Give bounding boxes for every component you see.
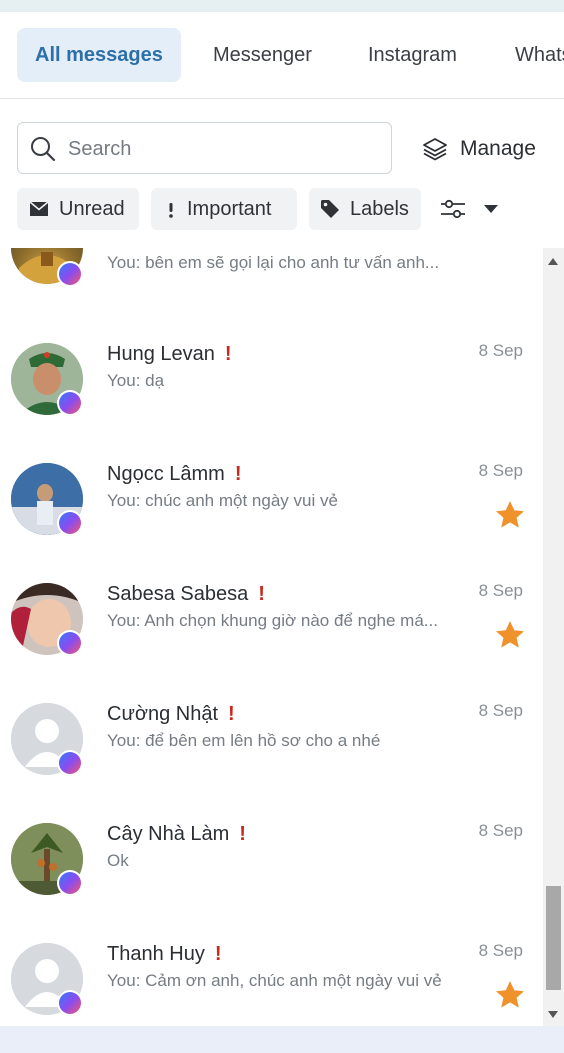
conversation-date: 8 Sep xyxy=(478,941,523,960)
messenger-icon xyxy=(57,510,83,536)
conversation-name: Sabesa Sabesa! xyxy=(107,583,265,606)
messenger-icon xyxy=(57,390,83,416)
bottom-strip xyxy=(0,1026,564,1053)
conversation-preview: You: chúc anh một ngày vui vẻ xyxy=(107,491,338,510)
channel-tabs: All messages Messenger Instagram WhatsAp… xyxy=(0,12,564,99)
top-strip xyxy=(0,0,564,12)
conversation-date: 8 Sep xyxy=(478,701,523,720)
conversation-date: 8 Sep xyxy=(478,461,523,480)
conversation-row[interactable]: Thanh Huy! You: Cảm ơn anh, chúc anh một… xyxy=(0,933,543,1026)
contact-name: Hung Levan xyxy=(107,343,215,365)
messenger-icon xyxy=(57,990,83,1016)
unread-label: Unread xyxy=(59,197,125,220)
conversation-name: Cường Nhật! xyxy=(107,703,235,726)
advanced-filter-button[interactable] xyxy=(440,192,504,226)
conversation-row[interactable]: Cây Nhà Làm! Ok 8 Sep xyxy=(0,813,543,933)
important-icon: ! xyxy=(224,343,232,365)
conversation-date: 8 Sep xyxy=(478,581,523,600)
tag-icon xyxy=(321,200,339,218)
messenger-icon xyxy=(57,261,83,287)
tab-all-messages[interactable]: All messages xyxy=(17,28,181,82)
caret-down-icon xyxy=(484,205,498,213)
important-icon: ! xyxy=(258,583,265,605)
important-icon: ! xyxy=(214,943,222,965)
contact-name: Thanh Huy xyxy=(107,943,205,965)
conversation-name: Thanh Huy! xyxy=(107,943,222,966)
contact-name: Cây Nhà Làm xyxy=(107,823,230,845)
layers-icon xyxy=(423,138,447,161)
important-icon: ! xyxy=(228,703,235,725)
conversation-preview: You: bên em sẽ gọi lại cho anh tư vấn an… xyxy=(107,253,440,272)
messenger-icon xyxy=(57,630,83,656)
conversation-preview: You: dạ xyxy=(107,371,165,390)
conversation-row[interactable]: Sabesa Sabesa! You: Anh chọn khung giờ n… xyxy=(0,573,543,693)
exclamation-icon xyxy=(169,203,173,218)
manage-label: Manage xyxy=(460,137,536,160)
conversation-list: You: bên em sẽ gọi lại cho anh tư vấn an… xyxy=(0,248,543,1026)
important-icon: ! xyxy=(239,823,246,845)
tab-instagram[interactable]: Instagram xyxy=(368,28,457,82)
list-scrollbar[interactable] xyxy=(543,248,564,1026)
conversation-row[interactable]: Hung Levan! You: dạ 8 Sep xyxy=(0,333,543,453)
conversation-preview: Ok xyxy=(107,851,129,870)
scroll-down-arrow-icon[interactable] xyxy=(548,1011,558,1018)
contact-name: Ngọcc Lâmm xyxy=(107,463,225,485)
search-box[interactable] xyxy=(17,122,392,174)
scrollbar-thumb[interactable] xyxy=(546,886,561,990)
filter-unread-chip[interactable]: Unread xyxy=(17,188,139,230)
messenger-icon xyxy=(57,870,83,896)
search-icon xyxy=(31,137,56,162)
scroll-up-arrow-icon[interactable] xyxy=(548,258,558,265)
conversation-row[interactable]: Ngọcc Lâmm! You: chúc anh một ngày vui v… xyxy=(0,453,543,573)
manage-button[interactable]: Manage xyxy=(422,130,536,168)
contact-name: Cường Nhật xyxy=(107,703,218,725)
messenger-icon xyxy=(57,750,83,776)
labels-label: Labels xyxy=(350,197,409,220)
conversation-name: Cây Nhà Làm! xyxy=(107,823,246,846)
conversation-date: 8 Sep xyxy=(478,341,523,360)
important-icon: ! xyxy=(234,463,242,485)
conversation-preview: You: để bên em lên hồ sơ cho a nhé xyxy=(107,731,381,750)
inbox-panel: All messages Messenger Instagram WhatsAp… xyxy=(0,12,564,1026)
conversation-preview: You: Anh chọn khung giờ nào để nghe má..… xyxy=(107,611,438,630)
sliders-icon xyxy=(441,199,465,219)
conversation-row[interactable]: Cường Nhật! You: để bên em lên hồ sơ cho… xyxy=(0,693,543,813)
conversation-name: Hung Levan! xyxy=(107,343,232,366)
star-icon[interactable] xyxy=(494,499,526,531)
tab-whatsapp[interactable]: WhatsApp xyxy=(515,28,564,82)
important-label: Important xyxy=(187,197,272,220)
conversation-name: Ngọcc Lâmm! xyxy=(107,463,241,486)
tab-messenger[interactable]: Messenger xyxy=(213,28,312,82)
conversation-preview: You: Cảm ơn anh, chúc anh một ngày vui v… xyxy=(107,971,442,990)
star-icon[interactable] xyxy=(494,619,526,651)
envelope-icon xyxy=(29,201,49,216)
search-input[interactable] xyxy=(66,133,380,165)
star-icon[interactable] xyxy=(494,979,526,1011)
contact-name: Sabesa Sabesa xyxy=(107,583,249,605)
conversation-row[interactable]: You: bên em sẽ gọi lại cho anh tư vấn an… xyxy=(0,248,543,296)
filter-labels-chip[interactable]: Labels xyxy=(309,188,421,230)
filter-important-chip[interactable]: Important xyxy=(151,188,297,230)
conversation-date: 8 Sep xyxy=(478,821,523,840)
